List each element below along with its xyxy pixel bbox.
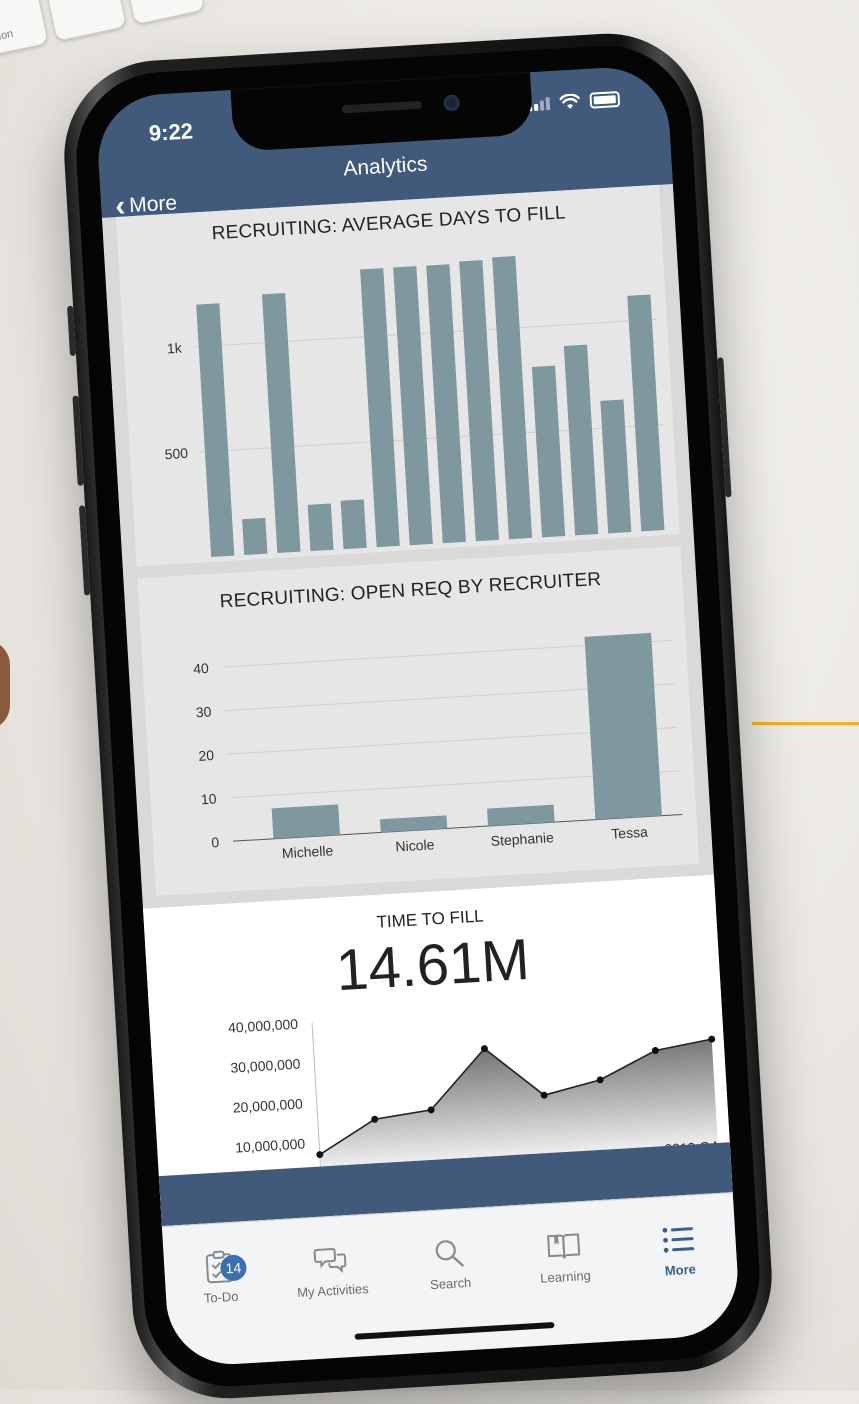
tab-label: My Activities (296, 1280, 370, 1301)
keyboard-key (41, 0, 128, 42)
chart-bar (459, 260, 500, 542)
todo-badge: 14 (219, 1254, 248, 1282)
speaker (341, 100, 422, 114)
y-tick-label: 30,000,000 (230, 1056, 301, 1076)
phone: 9:22 Analytics ‹ More RECRUITING: AVERAG… (58, 28, 778, 1404)
y-tick-label: 20,000,000 (232, 1096, 303, 1116)
chart-bar (600, 399, 632, 534)
key-label: option (0, 27, 15, 46)
open-req-chart: 40 30 20 10 0 Michelle Nicole Stephanie Tessa (193, 632, 683, 861)
home-indicator (354, 1321, 555, 1340)
y-tick-label: 10,000,000 (235, 1135, 306, 1155)
front-camera (443, 94, 461, 112)
chart-bar (261, 292, 301, 554)
y-tick-label: 40 (193, 660, 210, 677)
chart-bar (584, 632, 662, 820)
status-icons (527, 90, 621, 112)
x-tick-label: Michelle (281, 842, 333, 861)
chart-bar (379, 815, 448, 833)
orange-line-decoration (752, 722, 859, 725)
chart-bar (393, 266, 433, 546)
gridline (193, 318, 657, 348)
gridline (199, 424, 664, 453)
book-icon (547, 1233, 581, 1259)
tab-label: Learning (539, 1267, 592, 1286)
status-time: 9:22 (148, 118, 194, 146)
x-tick-label: Nicole (395, 836, 435, 854)
battery-icon (589, 90, 621, 109)
y-tick-label: 20 (198, 747, 215, 764)
analytics-content[interactable]: RECRUITING: AVERAGE DAYS TO FILL 1k 500 R… (101, 183, 733, 1227)
tab-search[interactable]: Search (393, 1233, 506, 1294)
keyboard-key: option (0, 0, 49, 59)
tab-label: To-Do (203, 1288, 239, 1306)
days-to-fill-chart: 1k 500 (164, 256, 665, 557)
y-tick-label: 500 (164, 445, 188, 462)
y-tick-label: 10 (201, 790, 218, 807)
x-tick-label: Tessa (611, 824, 649, 842)
chart-bar (531, 365, 566, 538)
hand-decoration (0, 640, 10, 730)
chart-bar (360, 268, 400, 548)
chart-bar (426, 264, 466, 544)
y-tick-label: 1k (166, 340, 183, 357)
chart-bar (563, 344, 599, 536)
list-icon (662, 1227, 695, 1253)
chart-card-days-to-fill[interactable]: RECRUITING: AVERAGE DAYS TO FILL 1k 500 (115, 184, 680, 567)
chevron-left-icon: ‹ (114, 189, 127, 224)
screen: 9:22 Analytics ‹ More RECRUITING: AVERAG… (94, 64, 742, 1368)
chart-bar (271, 804, 340, 839)
chart-bar (492, 256, 533, 540)
chat-bubbles-icon (313, 1248, 347, 1273)
chart-bar (242, 517, 268, 556)
chart-bar (196, 303, 235, 557)
chart-bar (627, 294, 665, 532)
y-tick-label: 30 (195, 703, 212, 720)
tab-my-activities[interactable]: My Activities (275, 1240, 388, 1301)
chart-card-open-req[interactable]: RECRUITING: OPEN REQ BY RECRUITER 40 30 20… (137, 546, 700, 896)
chart-bar (307, 503, 334, 552)
tab-label: More (664, 1261, 697, 1279)
keyboard-key (119, 0, 206, 26)
y-tick-label: 0 (211, 834, 220, 850)
tab-label: Search (429, 1274, 472, 1293)
chart-bar (340, 499, 367, 550)
tab-more[interactable]: More (623, 1219, 736, 1280)
tab-todo[interactable]: 14 To-Do (163, 1247, 276, 1308)
tab-learning[interactable]: Learning (508, 1226, 621, 1287)
wifi-icon (559, 93, 581, 109)
search-icon (435, 1240, 464, 1267)
x-tick-label: Stephanie (490, 829, 554, 849)
y-tick-label: 40,000,000 (228, 1016, 299, 1036)
